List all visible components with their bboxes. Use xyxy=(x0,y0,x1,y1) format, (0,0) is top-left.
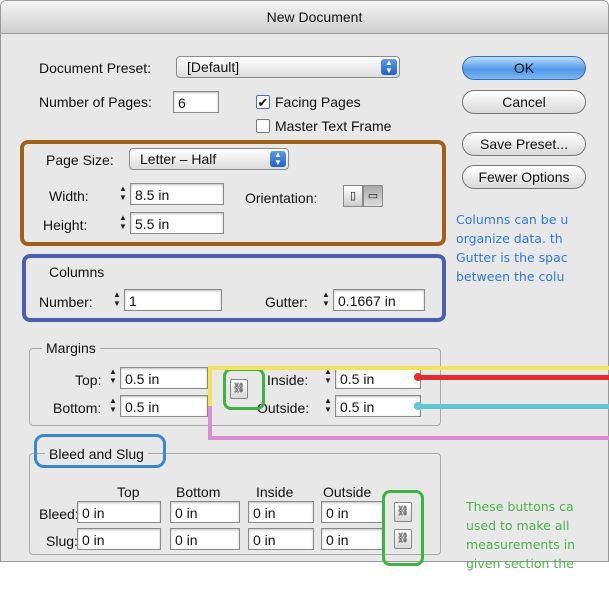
columns-note: Columns can be u organize data. th Gutte… xyxy=(456,210,568,286)
cancel-button[interactable]: Cancel xyxy=(462,90,586,114)
top-pointer-line-h xyxy=(208,366,609,370)
bleed-bottom-field[interactable]: 0 in xyxy=(170,501,240,523)
inside-pointer-dot xyxy=(414,373,422,381)
buttons-note-line-1: These buttons ca xyxy=(466,499,574,514)
top-label: Top: xyxy=(75,372,102,388)
bleed-header-top: Top xyxy=(117,484,140,500)
bleed-header-bottom: Bottom xyxy=(176,484,221,500)
slug-label: Slug: xyxy=(46,533,78,549)
title-bar: New Document xyxy=(1,1,608,34)
bleed-link-highlight xyxy=(382,490,424,566)
outside-stepper-icon[interactable]: ▲ ▼ xyxy=(323,396,333,416)
bleed-header-outside: Outside xyxy=(323,484,372,500)
margins-link-highlight xyxy=(223,368,265,410)
outside-pointer-dot xyxy=(414,402,422,410)
number-of-pages-label: Number of Pages: xyxy=(39,94,152,110)
number-of-pages-field[interactable]: 6 xyxy=(173,91,219,113)
bleed-outside-field[interactable]: 0 in xyxy=(321,501,383,523)
columns-note-line-4: between the colu xyxy=(456,269,565,284)
window-title: New Document xyxy=(266,9,363,25)
buttons-note: These buttons ca used to make all measur… xyxy=(466,497,575,573)
slug-bottom-field[interactable]: 0 in xyxy=(170,528,240,550)
inside-pointer-line xyxy=(418,375,609,380)
document-preset-value: [Default] xyxy=(187,59,240,75)
document-preset-label: Document Preset: xyxy=(39,60,152,76)
inside-label: Inside: xyxy=(267,372,309,388)
buttons-note-line-2: used to make all xyxy=(466,518,570,533)
bleed-label: Bleed: xyxy=(39,506,79,522)
master-text-frame-label: Master Text Frame xyxy=(275,118,392,134)
bleed-inside-field[interactable]: 0 in xyxy=(248,501,314,523)
bleed-header-inside: Inside xyxy=(256,484,294,500)
top-stepper-icon[interactable]: ▲ ▼ xyxy=(108,367,118,387)
margin-outside-field[interactable]: 0.5 in xyxy=(335,395,421,417)
top-pointer-line-v xyxy=(208,366,212,408)
buttons-note-line-3: measurements in xyxy=(466,537,576,552)
select-arrows-icon: ▲ ▼ xyxy=(381,59,397,75)
margins-title: Margins xyxy=(42,339,100,357)
ok-button[interactable]: OK xyxy=(462,56,586,80)
margin-inside-field[interactable]: 0.5 in xyxy=(335,367,421,389)
inside-stepper-icon[interactable]: ▲ ▼ xyxy=(323,367,333,387)
checkmark-icon: ✔ xyxy=(257,95,269,110)
columns-highlight xyxy=(22,254,446,322)
columns-note-line-3: Gutter is the spac xyxy=(456,250,568,265)
columns-note-line-2: organize data. th xyxy=(456,231,563,246)
margin-bottom-field[interactable]: 0.5 in xyxy=(120,395,208,417)
bottom-stepper-icon[interactable]: ▲ ▼ xyxy=(108,396,118,416)
save-preset-button[interactable]: Save Preset... xyxy=(462,132,586,156)
outside-pointer-line xyxy=(418,404,609,409)
buttons-note-line-4: given section the xyxy=(466,556,574,571)
bottom-pointer-line-h xyxy=(208,436,609,440)
document-preset-select[interactable]: [Default] ▲ ▼ xyxy=(176,56,400,78)
slug-outside-field[interactable]: 0 in xyxy=(321,528,383,550)
facing-pages-label: Facing Pages xyxy=(275,94,361,110)
bottom-pointer-line-v xyxy=(208,406,212,440)
master-text-frame-checkbox[interactable] xyxy=(256,119,270,133)
slug-inside-field[interactable]: 0 in xyxy=(248,528,314,550)
page-size-highlight xyxy=(20,140,446,246)
fewer-options-button[interactable]: Fewer Options xyxy=(462,165,586,189)
slug-top-field[interactable]: 0 in xyxy=(77,528,161,550)
bleed-slug-highlight xyxy=(34,434,166,468)
margin-top-field[interactable]: 0.5 in xyxy=(120,367,208,389)
facing-pages-checkbox[interactable]: ✔ xyxy=(256,95,270,109)
bottom-label: Bottom: xyxy=(53,400,102,416)
bleed-top-field[interactable]: 0 in xyxy=(77,501,161,523)
columns-note-line-1: Columns can be u xyxy=(456,212,569,227)
